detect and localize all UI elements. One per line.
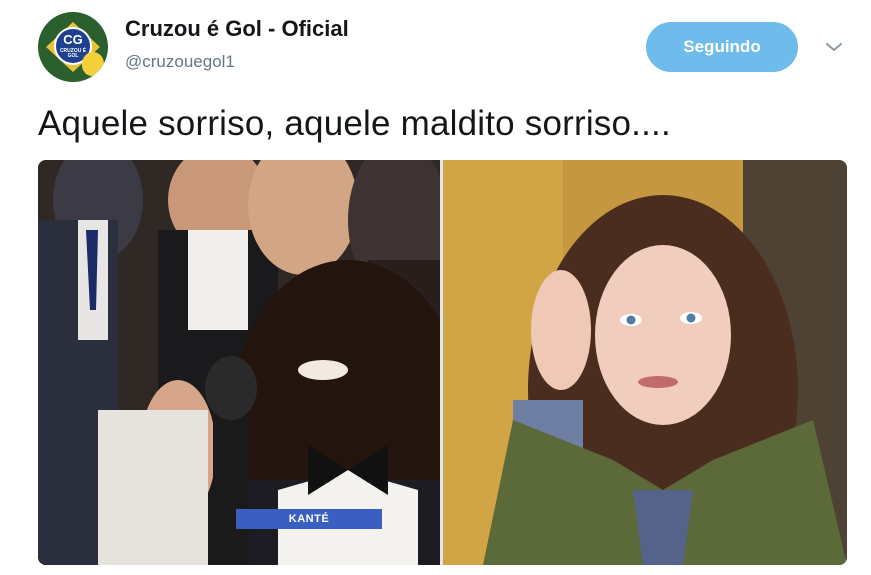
avatar-mascot-icon xyxy=(82,52,104,76)
avatar-monogram: CG xyxy=(63,32,83,47)
author-handle[interactable]: @cruzouegol1 xyxy=(125,52,235,72)
photo-left[interactable] xyxy=(38,160,440,565)
tweet-card: CG CRUZOU É GOL Cruzou é Gol - Oficial @… xyxy=(0,0,871,575)
author-display-name[interactable]: Cruzou é Gol - Oficial xyxy=(125,16,349,42)
chevron-down-icon[interactable] xyxy=(822,36,846,58)
photo-right-illustration xyxy=(443,160,847,565)
photo-left-illustration xyxy=(38,160,440,565)
photo-caption-label: KANTÉ xyxy=(236,509,382,529)
tweet-media[interactable]: KANTÉ xyxy=(38,160,847,565)
following-button[interactable]: Seguindo xyxy=(646,22,798,72)
tweet-text: Aquele sorriso, aquele maldito sorriso..… xyxy=(38,104,671,143)
avatar[interactable]: CG CRUZOU É GOL xyxy=(38,12,108,82)
photo-right[interactable] xyxy=(443,160,847,565)
